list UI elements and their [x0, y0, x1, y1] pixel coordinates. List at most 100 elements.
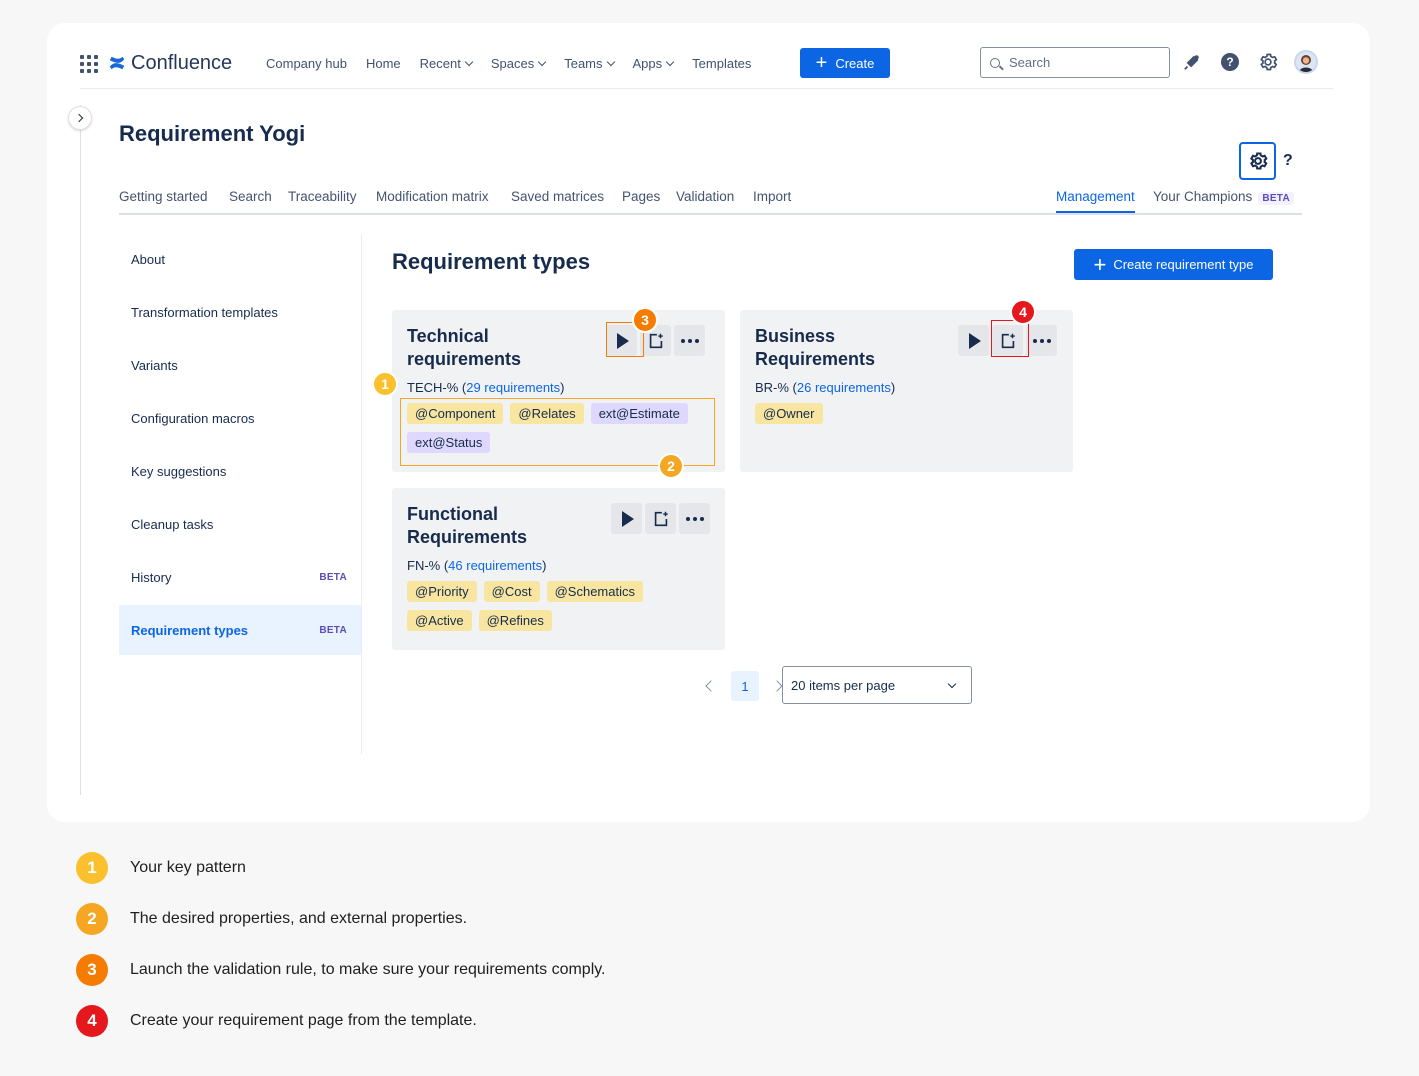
run-validation-button[interactable] — [611, 503, 642, 534]
external-property-tag: ext@Status — [407, 432, 491, 453]
tab-search[interactable]: Search — [229, 189, 272, 204]
expand-sidebar-button[interactable] — [68, 106, 92, 130]
notifications-icon[interactable] — [1180, 50, 1204, 74]
more-actions-button[interactable] — [1026, 325, 1057, 356]
run-validation-button[interactable] — [606, 325, 637, 356]
requirement-type-title: Technical requirements — [407, 326, 522, 369]
tab-pages[interactable]: Pages — [622, 189, 660, 204]
sidebar-item-about[interactable]: About — [119, 234, 361, 284]
help-link[interactable]: ? — [1283, 152, 1293, 170]
app-switcher-icon[interactable] — [80, 55, 98, 73]
create-page-from-template-button[interactable] — [645, 503, 676, 534]
property-tag: @Component — [407, 403, 504, 424]
nav-menu: Company hub Home Recent Spaces Teams Apps Temp… — [266, 47, 770, 79]
create-page-from-template-button[interactable] — [992, 325, 1023, 356]
tab-getting-started[interactable]: Getting started — [119, 189, 208, 204]
key-pattern-suffix: ) — [560, 380, 565, 395]
property-tag: @Schematics — [546, 581, 643, 602]
tab-validation[interactable]: Validation — [676, 189, 734, 204]
new-page-icon — [654, 511, 668, 526]
sidebar-item-cleanup-tasks[interactable]: Cleanup tasks — [119, 499, 361, 549]
nav-item-home[interactable]: Home — [366, 56, 401, 71]
plus-icon: + — [815, 52, 828, 74]
sidebar-item-label: About — [131, 251, 165, 267]
create-requirement-type-button[interactable]: + Create requirement type — [1074, 249, 1273, 280]
search-input[interactable] — [1009, 55, 1159, 70]
tab-your-champions-label: Your Champions — [1153, 189, 1253, 204]
nav-item-label: Home — [365, 55, 401, 71]
more-actions-button[interactable] — [674, 325, 705, 356]
settings-icon[interactable] — [1256, 50, 1280, 74]
sidebar-item-requirement-types[interactable]: Requirement types BETA — [119, 605, 361, 655]
page-number[interactable]: 1 — [731, 671, 759, 701]
legend-text: Launch the validation rule, to make sure… — [130, 961, 606, 978]
legend-badge: 1 — [76, 852, 108, 884]
legend-text: Create your requirement page from the te… — [130, 1012, 477, 1029]
nav-item-company-hub[interactable]: Company hub — [266, 56, 347, 71]
play-icon — [617, 332, 629, 349]
legend-text: The desired properties, and external pro… — [130, 910, 468, 927]
more-icon — [685, 516, 704, 521]
plus-icon: + — [1093, 251, 1107, 277]
create-button[interactable]: + Create — [800, 48, 890, 78]
sidebar-item-key-suggestions[interactable]: Key suggestions — [119, 446, 361, 496]
chevron-right-icon — [74, 113, 84, 123]
tab-traceability[interactable]: Traceability — [288, 189, 357, 204]
requirement-type-card: Functional Requirements FN-% (46 requirem… — [392, 488, 725, 650]
items-per-page-select[interactable]: 20 items per page — [782, 666, 972, 704]
sidebar-item-label: History — [131, 569, 172, 585]
sidebar-item-history[interactable]: History BETA — [119, 552, 361, 602]
sidebar-divider — [361, 234, 362, 754]
confluence-logo[interactable]: Confluence — [108, 50, 232, 76]
create-label: Create — [835, 55, 875, 71]
legend-badge: 3 — [76, 954, 108, 986]
requirements-count-link[interactable]: 26 requirements — [797, 380, 891, 395]
sidebar-item-label: Transformation templates — [131, 304, 278, 320]
avatar[interactable] — [1294, 50, 1318, 74]
page-title: Requirement Yogi — [119, 121, 306, 146]
sidebar-item-label: Requirement types — [131, 622, 249, 638]
nav-item-label: Recent — [419, 55, 461, 71]
sidebar-rail — [80, 105, 81, 795]
chevron-down-icon — [606, 57, 615, 66]
search-icon — [990, 57, 1000, 68]
tab-management[interactable]: Management — [1056, 189, 1135, 213]
nav-item-templates[interactable]: Templates — [692, 56, 751, 71]
requirements-count-link[interactable]: 29 requirements — [466, 380, 560, 395]
previous-page-icon[interactable] — [705, 680, 717, 692]
tab-saved-matrices[interactable]: Saved matrices — [511, 189, 604, 204]
tab-modification-matrix[interactable]: Modification matrix — [376, 189, 489, 204]
sidebar-item-configuration-macros[interactable]: Configuration macros — [119, 393, 361, 443]
help-icon[interactable]: ? — [1218, 50, 1242, 74]
property-tag: @Active — [407, 610, 472, 631]
tab-your-champions[interactable]: Your Champions BETA — [1153, 189, 1294, 205]
sidebar-item-transformation-templates[interactable]: Transformation templates — [119, 287, 361, 337]
nav-item-recent[interactable]: Recent — [419, 55, 474, 71]
app-settings-button[interactable] — [1239, 142, 1276, 180]
nav-item-label: Company hub — [266, 55, 347, 71]
external-property-tag: ext@Estimate — [590, 403, 688, 424]
annotation-badge-2: 2 — [658, 453, 684, 479]
app-window: Confluence Company hub Home Recent Spaces Te… — [47, 23, 1370, 822]
play-icon — [622, 510, 634, 527]
next-page-icon[interactable] — [771, 680, 783, 692]
key-pattern-text: TECH-% ( — [407, 380, 467, 395]
nav-item-spaces[interactable]: Spaces — [491, 56, 547, 71]
more-icon — [680, 338, 699, 343]
sidebar-item-variants[interactable]: Variants — [119, 340, 361, 390]
nav-item-apps[interactable]: Apps — [633, 56, 675, 71]
run-validation-button[interactable] — [958, 325, 989, 356]
property-tag: @Refines — [478, 610, 552, 631]
key-pattern: TECH-% (29 requirements) — [407, 380, 565, 395]
search-box[interactable] — [980, 47, 1170, 78]
sidebar-item-label: Variants — [131, 357, 178, 373]
chevron-down-icon — [464, 57, 474, 66]
key-pattern: BR-% (26 requirements) — [755, 380, 895, 395]
requirements-count-link[interactable]: 46 requirements — [448, 558, 542, 573]
tab-import[interactable]: Import — [753, 189, 791, 204]
sidebar-item-label: Cleanup tasks — [131, 516, 214, 532]
property-tag: @Relates — [510, 403, 584, 424]
property-list: @Component @Relates ext@Estimate ext@Status — [407, 403, 712, 461]
more-actions-button[interactable] — [679, 503, 710, 534]
nav-item-teams[interactable]: Teams — [564, 56, 615, 71]
